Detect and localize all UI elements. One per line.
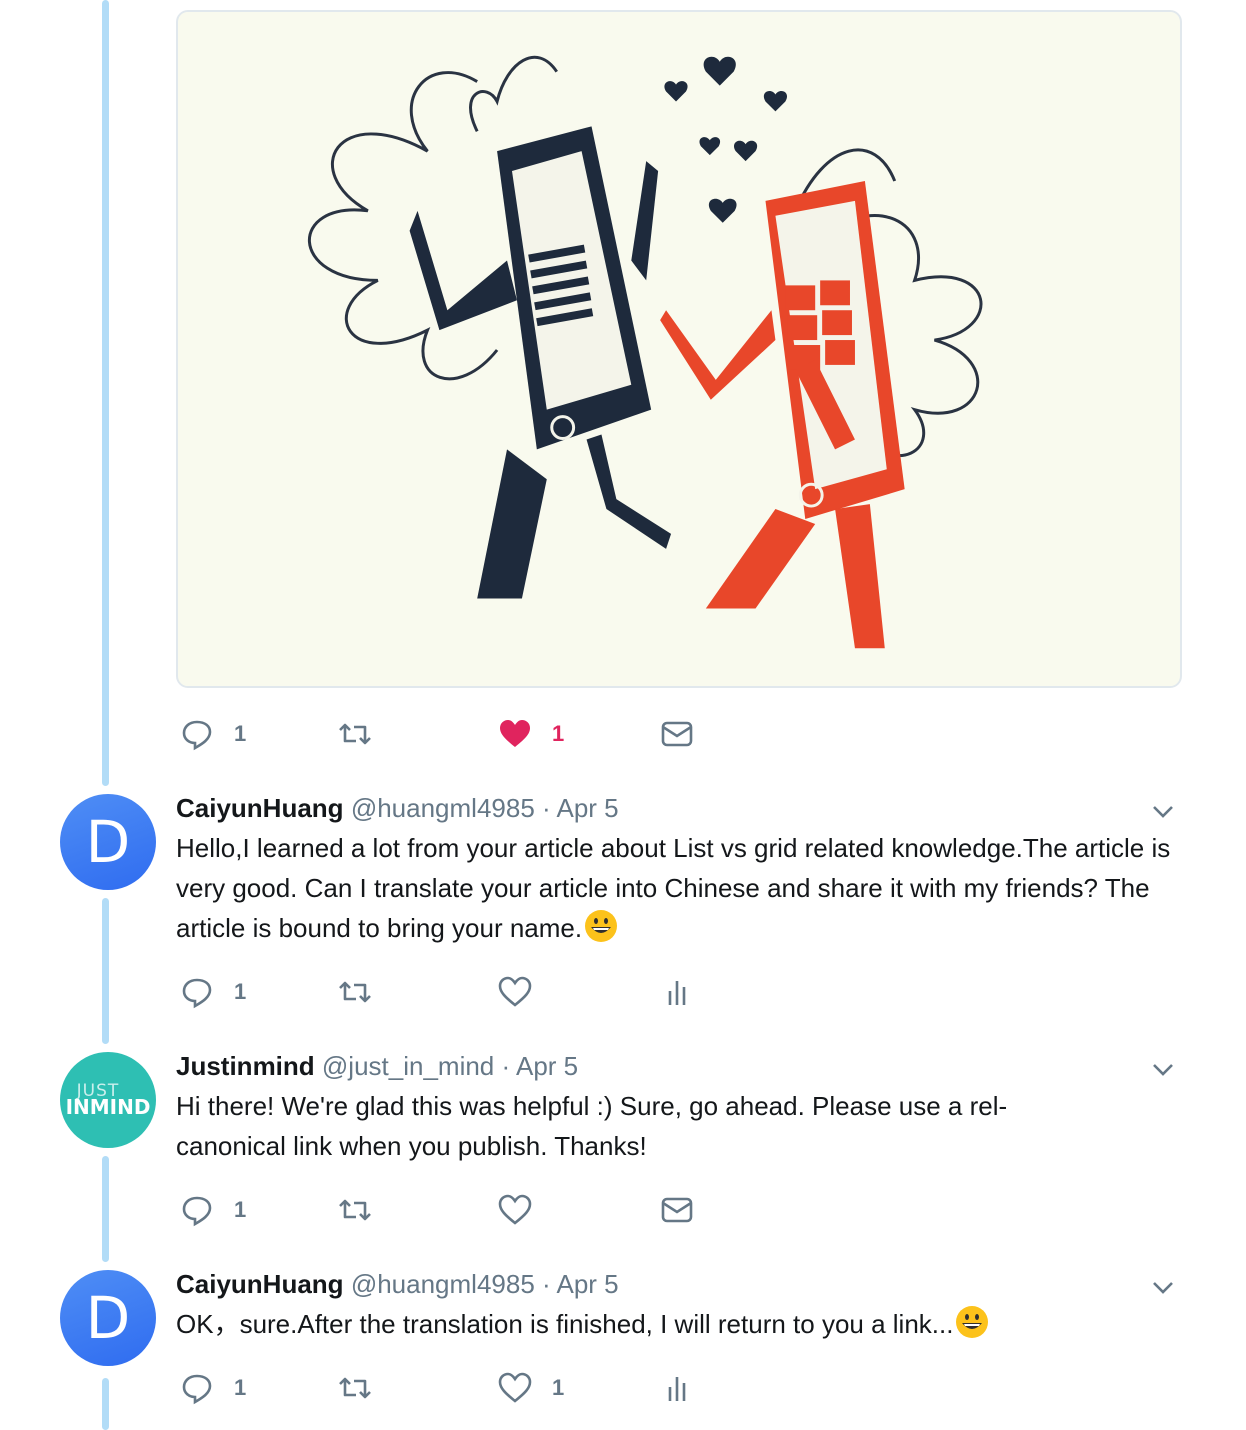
analytics-icon <box>668 981 686 1005</box>
message-icon <box>661 721 693 747</box>
reply-button[interactable]: 1 <box>180 1368 246 1408</box>
tweet-date[interactable]: Apr 5 <box>516 1051 578 1081</box>
logo-line-2: INMIND <box>65 1094 151 1119</box>
tweet-text: Hi there! We're glad this was helpful :)… <box>176 1086 1076 1166</box>
reply-icon <box>182 978 212 1009</box>
avatar-letter: D <box>85 1284 131 1352</box>
avatar[interactable]: D <box>60 794 156 890</box>
reply-count: 1 <box>234 1197 247 1222</box>
tweet-actions: 1 <box>176 1190 736 1230</box>
chevron-down-icon[interactable] <box>1150 1275 1176 1301</box>
tweet-header: CaiyunHuang @huangml4985 · Apr 5 <box>176 1267 1186 1301</box>
message-icon <box>661 1197 693 1223</box>
tweet-media-image[interactable] <box>176 10 1182 688</box>
tweet-date[interactable]: Apr 5 <box>556 793 618 823</box>
retweet-icon <box>339 1199 371 1221</box>
like-count: 1 <box>552 721 565 746</box>
thread-connector <box>102 1156 109 1262</box>
reply-icon <box>182 720 212 751</box>
tweet-text-content: OK，sure.After the translation is finishe… <box>176 1309 954 1339</box>
like-button[interactable]: 1 <box>498 714 564 754</box>
separator: · <box>542 793 551 823</box>
reply-count: 1 <box>234 979 247 1004</box>
logo-line-1: JUST <box>76 1081 120 1102</box>
user-name[interactable]: Justinmind <box>176 1051 315 1081</box>
heart-outline-icon <box>498 1372 532 1403</box>
tweet-actions: 1 1 <box>176 1368 736 1408</box>
like-button[interactable]: 1 <box>498 1368 564 1408</box>
analytics-button[interactable] <box>660 1368 694 1408</box>
retweet-icon <box>339 1377 371 1399</box>
like-button[interactable] <box>498 972 532 1012</box>
tweet-header: CaiyunHuang @huangml4985 · Apr 5 <box>176 791 1186 825</box>
analytics-button[interactable] <box>660 972 694 1012</box>
tweet-text: Hello,I learned a lot from your article … <box>176 828 1186 948</box>
tweet-actions: 1 <box>176 972 736 1012</box>
user-handle[interactable]: @huangml4985 <box>351 793 535 823</box>
reply-button[interactable]: 1 <box>180 1190 246 1230</box>
reply-count: 1 <box>234 1375 247 1400</box>
tweet-text-content: Hello,I learned a lot from your article … <box>176 833 1171 943</box>
justinmind-logo: JUST INMIND <box>65 1083 151 1119</box>
heart-outline-icon <box>498 976 532 1007</box>
tweet-actions: 1 1 <box>176 714 736 754</box>
separator: · <box>501 1051 511 1081</box>
reply-button[interactable]: 1 <box>180 714 246 754</box>
separator: · <box>542 1269 551 1299</box>
like-button[interactable] <box>498 1190 532 1230</box>
tweet-header: Justinmind @just_in_mind · Apr 5 <box>176 1049 1186 1083</box>
retweet-button[interactable] <box>338 1368 372 1408</box>
reply-count: 1 <box>234 721 247 746</box>
grinning-face-icon <box>956 1306 989 1338</box>
user-name[interactable]: CaiyunHuang <box>176 1269 344 1299</box>
reply-tweet: Justinmind @just_in_mind · Apr 5 Hi ther… <box>176 1049 1186 1166</box>
tweet-text: OK，sure.After the translation is finishe… <box>176 1304 1186 1344</box>
avatar[interactable]: D <box>60 1270 156 1366</box>
tweet-date[interactable]: Apr 5 <box>556 1269 618 1299</box>
retweet-icon <box>339 981 371 1003</box>
retweet-button[interactable] <box>338 1190 372 1230</box>
thread-connector <box>102 1378 109 1430</box>
reply-tweet: CaiyunHuang @huangml4985 · Apr 5 OK，sure… <box>176 1267 1186 1344</box>
chevron-down-icon[interactable] <box>1150 1057 1176 1083</box>
direct-message-button[interactable] <box>660 714 694 754</box>
reply-button[interactable]: 1 <box>180 972 246 1012</box>
tweet-text-content: Hi there! We're glad this was helpful :)… <box>176 1091 1008 1161</box>
reply-icon <box>182 1196 212 1227</box>
heart-filled-icon <box>500 720 530 747</box>
heart-outline-icon <box>498 1194 532 1225</box>
reply-tweet: CaiyunHuang @huangml4985 · Apr 5 Hello,I… <box>176 791 1186 948</box>
avatar-letter: D <box>85 808 131 876</box>
user-handle[interactable]: @just_in_mind <box>322 1051 494 1081</box>
user-handle[interactable]: @huangml4985 <box>351 1269 535 1299</box>
analytics-icon <box>668 1377 686 1401</box>
grinning-face-icon <box>585 910 618 942</box>
retweet-button[interactable] <box>338 972 372 1012</box>
thread-connector <box>102 898 109 1044</box>
phones-in-love-illustration <box>178 12 1180 686</box>
retweet-button[interactable] <box>338 714 372 754</box>
user-name[interactable]: CaiyunHuang <box>176 793 344 823</box>
thread-connector <box>102 0 109 786</box>
chevron-down-icon[interactable] <box>1150 799 1176 825</box>
like-count: 1 <box>552 1375 565 1400</box>
retweet-icon <box>339 723 371 745</box>
avatar[interactable]: JUST INMIND <box>60 1052 156 1148</box>
reply-icon <box>182 1374 212 1405</box>
direct-message-button[interactable] <box>660 1190 694 1230</box>
